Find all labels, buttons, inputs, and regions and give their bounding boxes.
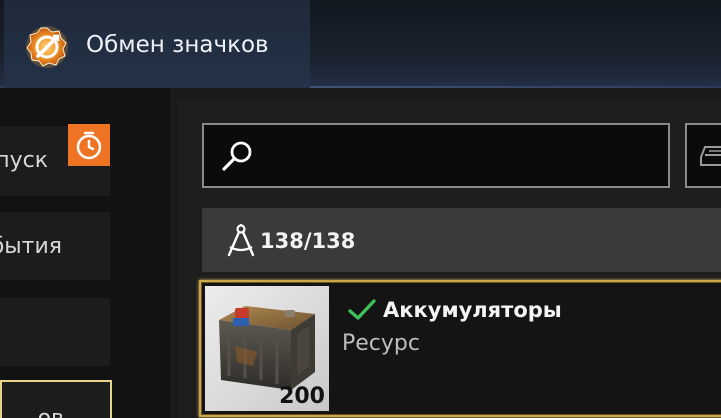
sidebar-item-selected[interactable]: ов xyxy=(0,380,112,418)
sidebar-item-label: бытия xyxy=(0,234,62,259)
tab-badge-exchange[interactable]: Обмен значков xyxy=(4,0,310,88)
sidebar-item-label: ов xyxy=(38,406,64,418)
blueprint-counter: 138/138 xyxy=(202,208,721,272)
checkmark-icon xyxy=(348,299,376,320)
item-name: Аккумуляторы xyxy=(383,298,562,322)
badge-exchange-screen: Обмен значков пуск бытия ов xyxy=(0,0,721,418)
counter-text: 138/138 xyxy=(260,229,356,253)
search-input[interactable] xyxy=(202,123,670,188)
sidebar-item-label: пуск xyxy=(0,148,48,173)
timer-icon xyxy=(76,131,102,160)
vehicle-filter-button[interactable] xyxy=(685,123,721,188)
timer-badge xyxy=(68,124,110,166)
badge-exchange-icon xyxy=(26,26,68,68)
tab-title: Обмен значков xyxy=(86,32,269,58)
sidebar-item-3[interactable] xyxy=(0,298,110,366)
drafting-compass-icon xyxy=(227,224,255,257)
search-icon xyxy=(222,141,252,171)
item-card[interactable]: 200 Аккумуляторы Ресурс xyxy=(199,280,721,417)
sidebar-item-events[interactable]: бытия xyxy=(0,212,110,280)
item-type: Ресурс xyxy=(342,331,420,356)
item-quantity: 200 xyxy=(279,384,325,409)
item-thumbnail: 200 xyxy=(205,286,329,411)
vehicle-filter-icon xyxy=(700,146,721,166)
